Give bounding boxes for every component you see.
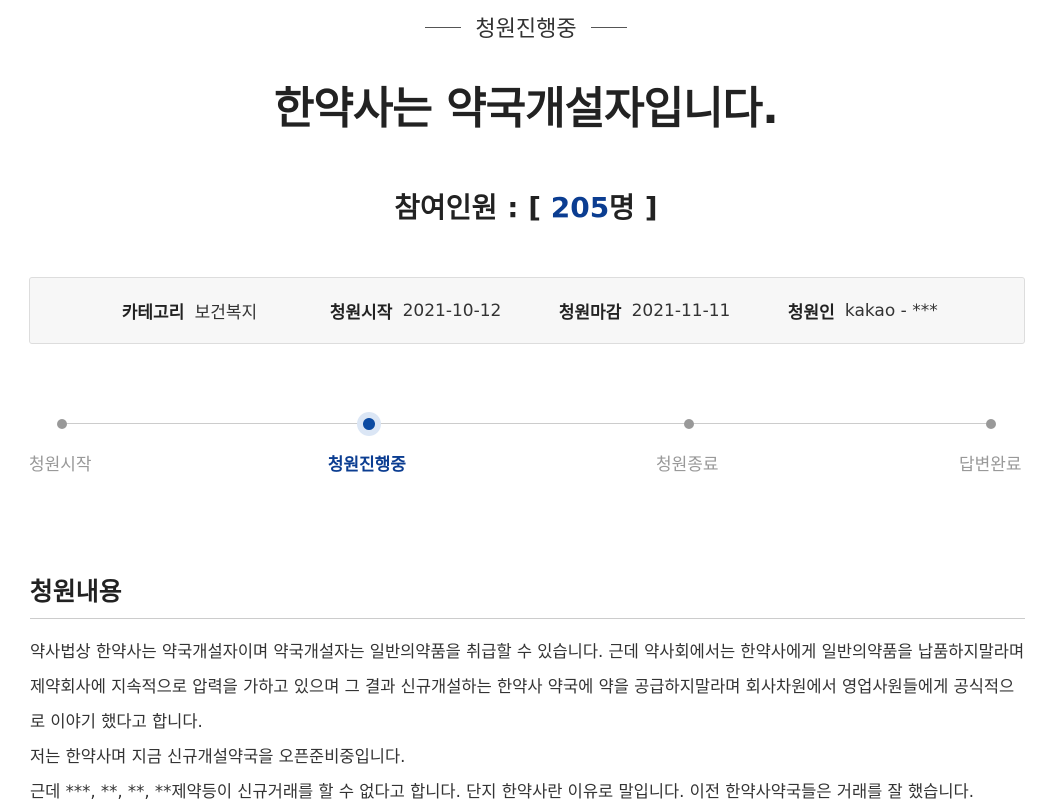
progress-label-in-progress: 청원진행중: [328, 455, 407, 475]
participants-suffix: 명 ]: [609, 191, 658, 224]
petition-progress: 청원시작 청원진행중 청원종료 답변완료: [0, 404, 1052, 484]
info-end-date: 청원마감 2021-11-11: [559, 278, 730, 343]
progress-dot-in-progress: [363, 418, 375, 430]
petition-info-box: 카테고리 보건복지 청원시작 2021-10-12 청원마감 2021-11-1…: [29, 277, 1025, 344]
info-author-value: kakao - ***: [844, 300, 938, 321]
participants-count-line: 참여인원 : [ 205명 ]: [0, 186, 1052, 226]
content-paragraph: 저는 한약사며 지금 신규개설약국을 오픈준비중입니다.: [30, 747, 406, 766]
progress-label-answered: 답변완료: [959, 455, 1022, 475]
progress-dot-start: [57, 419, 67, 429]
content-divider: [30, 618, 1025, 619]
content-paragraph: 약사법상 한약사는 약국개설자이며 약국개설자는 일반의약품을 취급할 수 있습…: [30, 642, 1025, 731]
participants-label: 참여인원 : [: [394, 191, 551, 224]
progress-label-closed: 청원종료: [656, 455, 719, 475]
participants-count: 205: [550, 191, 610, 224]
info-start-value: 2021-10-12: [402, 300, 502, 321]
progress-track: [62, 423, 992, 424]
progress-dot-closed: [684, 419, 694, 429]
petition-title: 한약사는 약국개설자입니다.: [274, 83, 779, 134]
info-category-value: 보건복지: [194, 303, 258, 323]
info-author-label: 청원인: [788, 303, 835, 323]
info-author: 청원인 kakao - ***: [788, 278, 938, 343]
info-end-label: 청원마감: [559, 303, 622, 323]
petition-content: 약사법상 한약사는 약국개설자이며 약국개설자는 일반의약품을 취급할 수 있습…: [30, 634, 1025, 809]
status-dash-left: [425, 26, 462, 28]
status-dash-right: [590, 26, 627, 28]
content-paragraph: 근데 ***, **, **, **제약등이 신규거래를 할 수 없다고 합니다…: [30, 782, 974, 801]
content-section-title: 청원내용: [30, 577, 123, 606]
info-end-value: 2021-11-11: [631, 300, 731, 321]
petition-status-header: 청원진행중: [0, 10, 1052, 44]
progress-dot-answered: [986, 419, 996, 429]
info-start-label: 청원시작: [330, 303, 393, 323]
info-start-date: 청원시작 2021-10-12: [330, 278, 501, 343]
info-category-label: 카테고리: [122, 303, 185, 323]
info-category: 카테고리 보건복지: [122, 278, 257, 343]
progress-label-start: 청원시작: [29, 455, 92, 475]
petition-status: 청원진행중: [475, 17, 577, 42]
